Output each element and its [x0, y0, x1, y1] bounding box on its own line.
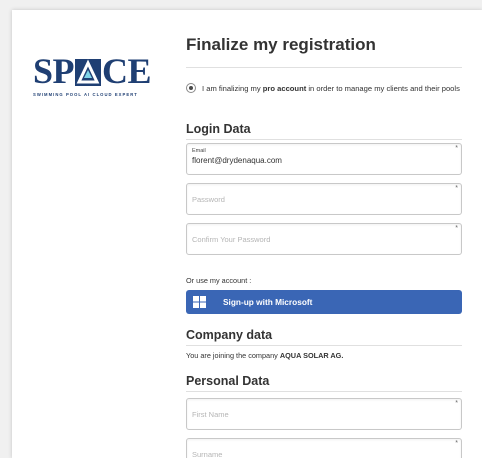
password-placeholder: Password [192, 195, 225, 204]
pro-account-text-prefix: I am finalizing my [202, 84, 263, 93]
surname-field[interactable]: Surname * [186, 438, 462, 458]
first-name-field[interactable]: First Name * [186, 398, 462, 430]
sign-up-with-microsoft-button[interactable]: Sign-up with Microsoft [186, 290, 462, 314]
confirm-password-required-mark: * [455, 225, 458, 232]
company-text-prefix: You are joining the company [186, 351, 280, 360]
password-required-mark: * [455, 185, 458, 192]
logo-word-right: CE [102, 51, 152, 91]
confirm-password-field[interactable]: Confirm Your Password * [186, 223, 462, 255]
confirm-password-placeholder: Confirm Your Password [192, 235, 271, 244]
logo-wordmark: SP CE [33, 53, 171, 89]
windows-logo-icon [193, 296, 206, 308]
logo-word-left: SP [33, 51, 75, 91]
personal-data-heading: Personal Data [186, 374, 270, 388]
company-data-heading: Company data [186, 328, 273, 342]
microsoft-button-label: Sign-up with Microsoft [223, 297, 313, 307]
email-field[interactable]: Email florent@drydenaqua.com * [186, 143, 462, 175]
personal-data-divider [186, 391, 462, 392]
registration-page: SP CE SWIMMING POOL AI CLOUD EXPERT Fina… [12, 10, 482, 458]
company-data-divider [186, 345, 462, 346]
email-required-mark: * [455, 145, 458, 152]
pro-account-emphasis: pro account [262, 84, 307, 93]
space-logo: SP CE SWIMMING POOL AI CLOUD EXPERT [33, 53, 171, 97]
pro-account-text-suffix: in order to manage my clients and their … [306, 84, 460, 93]
email-label: Email [192, 148, 206, 154]
title-divider [186, 67, 462, 68]
first-name-placeholder: First Name [192, 410, 229, 419]
login-data-divider [186, 139, 462, 140]
company-name: AQUA SOLAR AG. [279, 351, 344, 360]
email-value: florent@drydenaqua.com [192, 156, 282, 165]
surname-required-mark: * [455, 440, 458, 447]
first-name-required-mark: * [455, 400, 458, 407]
logo-a-triangle-icon [75, 58, 102, 86]
page-title: Finalize my registration [186, 35, 376, 54]
surname-placeholder: Surname [192, 450, 223, 458]
or-use-account-text: Or use my account : [186, 276, 252, 285]
logo-tagline: SWIMMING POOL AI CLOUD EXPERT [33, 92, 138, 97]
pro-account-option[interactable]: I am finalizing my pro account in order … [186, 83, 462, 94]
password-field[interactable]: Password * [186, 183, 462, 215]
radio-selected-icon[interactable] [186, 83, 196, 93]
company-joining-text: You are joining the company AQUA SOLAR A… [186, 351, 343, 360]
login-data-heading: Login Data [186, 122, 251, 136]
